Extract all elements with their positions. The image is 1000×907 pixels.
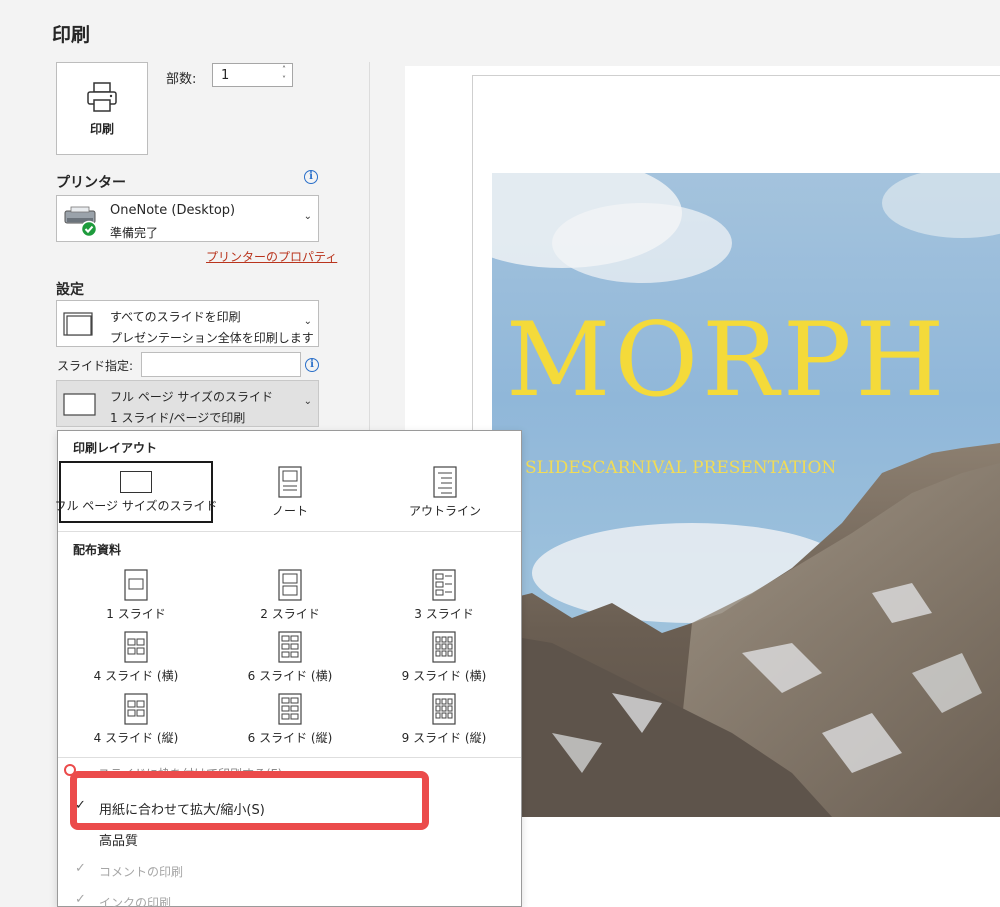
handout-4-horizontal[interactable]: 4 スライド (横): [76, 631, 196, 684]
layout-option-outline[interactable]: アウトライン: [382, 466, 508, 522]
outline-page-icon: [433, 466, 457, 498]
handout-6-icon: [278, 631, 302, 663]
high-quality-option[interactable]: 高品質: [99, 830, 138, 849]
mountain-image: [492, 173, 1000, 817]
layout-option-label: アウトライン: [408, 504, 481, 518]
layout-section-heading: 印刷レイアウト: [73, 441, 158, 455]
layout-option-label: ノート: [271, 504, 308, 518]
copies-value: 1: [221, 68, 230, 83]
print-button-label: 印刷: [89, 122, 114, 136]
printer-icon: [87, 82, 117, 112]
slides-range-input[interactable]: [141, 352, 301, 377]
annotation-marker: [64, 764, 76, 776]
handout-label: 9 スライド (横): [401, 669, 487, 683]
page-title: 印刷: [52, 24, 91, 46]
print-layout-menu: 印刷レイアウト フル ページ サイズのスライド ノート アウトライン 配布資料 …: [54, 430, 522, 907]
handout-3-slides[interactable]: 3 スライド: [384, 569, 504, 622]
printer-status: 準備完了: [110, 226, 159, 240]
printer-device-icon: [64, 206, 98, 237]
layout-option-full-page[interactable]: フル ページ サイズのスライド: [54, 461, 218, 523]
handout-9-vertical[interactable]: 9 スライド (縦): [384, 693, 504, 746]
info-icon[interactable]: i: [305, 358, 319, 372]
checkmark-icon: ✓: [75, 892, 86, 907]
print-layout-dropdown[interactable]: フル ページ サイズのスライド 1 スライド/ページで印刷 ⌄: [56, 380, 319, 427]
print-range-desc: プレゼンテーション全体を印刷します: [110, 331, 314, 345]
slide-subtitle: SLIDESCARNIVAL PRESENTATION: [525, 458, 837, 478]
print-button[interactable]: 印刷: [56, 62, 148, 155]
handout-label: 4 スライド (縦): [93, 731, 179, 745]
handout-2-slides[interactable]: 2 スライド: [230, 569, 350, 622]
printer-heading: プリンター: [56, 175, 126, 191]
print-layout-title: フル ページ サイズのスライド: [110, 390, 274, 404]
copies-input[interactable]: 1 ˄ ˅: [212, 63, 293, 87]
chevron-down-icon: ⌄: [303, 211, 312, 222]
full-page-slide-icon: [63, 393, 96, 416]
copies-label: 部数:: [166, 72, 197, 87]
layout-option-notes[interactable]: ノート: [228, 466, 352, 522]
slide-title: MORPH: [506, 301, 949, 420]
print-comments-option: コメントの印刷: [99, 865, 184, 879]
handout-label: 9 スライド (縦): [401, 731, 487, 745]
print-range-title: すべてのスライドを印刷: [110, 310, 241, 324]
handout-3-icon: [432, 569, 456, 601]
chevron-down-icon: ⌄: [303, 396, 312, 407]
handout-6-horizontal[interactable]: 6 スライド (横): [230, 631, 350, 684]
slides-stack-icon: [63, 312, 93, 336]
printer-properties-link[interactable]: プリンターのプロパティ: [206, 248, 337, 265]
panel-divider: [369, 62, 370, 432]
handout-1-slide[interactable]: 1 スライド: [76, 569, 196, 622]
handout-label: 3 スライド: [414, 607, 474, 621]
chevron-down-icon: ⌄: [303, 316, 312, 327]
full-page-slide-icon: [120, 471, 152, 493]
slides-range-label: スライド指定:: [57, 359, 134, 373]
handout-label: 1 スライド: [106, 607, 166, 621]
printer-dropdown[interactable]: OneNote (Desktop) 準備完了 ⌄: [56, 195, 319, 242]
handout-6-icon: [278, 693, 302, 725]
slide-preview: MORPH SLIDESCARNIVAL PRESENTATION: [492, 173, 1000, 817]
handouts-section-heading: 配布資料: [73, 543, 122, 557]
copies-spinner[interactable]: ˄ ˅: [282, 65, 286, 85]
print-range-dropdown[interactable]: すべてのスライドを印刷 プレゼンテーション全体を印刷します ⌄: [56, 300, 319, 347]
handout-4-icon: [124, 693, 148, 725]
print-layout-desc: 1 スライド/ページで印刷: [110, 411, 246, 425]
handout-9-icon: [432, 693, 456, 725]
notes-page-icon: [278, 466, 302, 498]
handout-1-icon: [124, 569, 148, 601]
checkmark-icon: ✓: [75, 861, 86, 876]
handout-label: 6 スライド (横): [247, 669, 333, 683]
handout-4-vertical[interactable]: 4 スライド (縦): [76, 693, 196, 746]
print-ink-option: インクの印刷: [99, 896, 172, 907]
handout-4-icon: [124, 631, 148, 663]
layout-option-label: フル ページ サイズのスライド: [54, 499, 218, 513]
handout-label: 6 スライド (縦): [247, 731, 333, 745]
handout-label: 4 スライド (横): [93, 669, 179, 683]
highlight-annotation: [70, 771, 429, 830]
handout-2-icon: [278, 569, 302, 601]
info-icon[interactable]: i: [304, 170, 318, 184]
handout-6-vertical[interactable]: 6 スライド (縦): [230, 693, 350, 746]
settings-heading: 設定: [56, 282, 84, 298]
handout-9-icon: [432, 631, 456, 663]
handout-9-horizontal[interactable]: 9 スライド (横): [384, 631, 504, 684]
handout-label: 2 スライド: [260, 607, 320, 621]
printer-name: OneNote (Desktop): [110, 203, 236, 218]
menu-divider: [58, 757, 521, 758]
menu-divider: [58, 531, 521, 532]
